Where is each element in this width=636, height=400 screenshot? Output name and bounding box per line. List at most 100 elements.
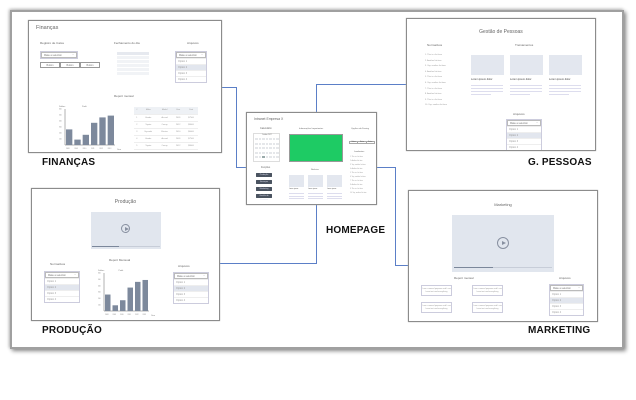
design-options: Button Button Button [349, 141, 375, 144]
calendar-day[interactable] [255, 156, 258, 159]
calendar-day[interactable] [269, 147, 272, 150]
button[interactable]: Button [80, 62, 100, 68]
calendar-day[interactable] [258, 142, 262, 145]
y-tick-label: 400 [59, 121, 62, 123]
calendar-day[interactable] [255, 138, 258, 141]
calendar-day[interactable] [265, 142, 269, 145]
video-progress[interactable] [92, 245, 160, 247]
text-line [549, 94, 569, 95]
dropdown-option[interactable]: Option 4 [550, 309, 583, 315]
design-option-button[interactable]: Button [367, 142, 374, 143]
homepage-wireframe: Intranet Empresa X Calendário October 20… [246, 112, 377, 205]
text-line [308, 198, 323, 199]
report-chart: Dollars Profit Year 2008 2009 2010 2011 2012 201… [59, 105, 121, 151]
calendar-day[interactable] [265, 156, 269, 159]
calendar-day[interactable] [272, 142, 276, 145]
bar [127, 287, 133, 311]
table-row: 2 Toyota Camry 2012 $8000 [134, 121, 198, 129]
x-tick-label: 2010 [83, 148, 87, 150]
panel-title: Gestão de Pessoas [479, 29, 523, 35]
calendar-day[interactable] [262, 156, 265, 159]
design-option-button[interactable]: Button [350, 142, 359, 143]
section-title: Arquivos [513, 112, 525, 116]
calendar-day[interactable] [255, 142, 258, 145]
design-option-button[interactable]: Button [358, 142, 367, 143]
calendar-day[interactable] [269, 142, 272, 145]
select-head[interactable]: Make a selection [41, 52, 77, 58]
calendar-day[interactable] [258, 156, 262, 159]
select-head[interactable]: Make a selection [176, 52, 206, 58]
arquivos-dropdown[interactable]: Make a selectionOption 1Option 2Option 3… [175, 51, 207, 83]
calendar-day[interactable] [262, 147, 265, 150]
dropdown-option[interactable]: Option 4 [45, 296, 79, 302]
play-icon[interactable] [497, 237, 509, 249]
video-progress[interactable] [454, 266, 552, 268]
function-button[interactable]: Finanças [256, 180, 272, 184]
bar [82, 134, 89, 145]
calendar-day[interactable] [258, 138, 262, 141]
video-player[interactable] [91, 212, 161, 249]
arquivos-dropdown[interactable]: Make a selectionOption 1Option 2Option 3… [173, 272, 209, 304]
y-tick-label: 200 [98, 298, 101, 300]
calendar-day[interactable] [255, 147, 258, 150]
list-item: 9. This is a list item [425, 98, 442, 101]
select-head[interactable]: Make a selection [45, 272, 79, 278]
video-player[interactable] [452, 215, 554, 272]
select-head[interactable]: Make a selection [174, 273, 208, 279]
calendar-day[interactable] [262, 142, 265, 145]
calendar-day[interactable] [269, 151, 272, 154]
report-popover: I am a normal popover and I can have tex… [472, 285, 503, 296]
calendar-day[interactable] [272, 147, 276, 150]
dropdown-option[interactable]: Option 4 [176, 76, 206, 82]
table-row: 3 Hyundai Elantra 2010 $6000 [134, 128, 198, 136]
calendar-day[interactable] [272, 138, 276, 141]
list-item: 5. This is a list item [350, 173, 363, 174]
select-head[interactable]: Make a selection [550, 285, 583, 291]
calendar-day[interactable] [258, 151, 262, 154]
section-title: Report Mensual [109, 258, 131, 262]
calendar[interactable]: October 2017 [253, 133, 280, 162]
table-row: # Make Model Year Cost [134, 107, 198, 115]
calendar-day[interactable] [276, 138, 279, 141]
x-axis-label: Year [151, 315, 155, 317]
list-item: 2. Another list item [425, 59, 442, 62]
text-line [289, 193, 304, 194]
calendar-day[interactable] [265, 147, 269, 150]
calendar-day[interactable] [269, 138, 272, 141]
button[interactable]: Button [60, 62, 80, 68]
calendar-day[interactable] [265, 138, 269, 141]
registro-select[interactable]: Make a selection [40, 51, 78, 59]
calendar-grid[interactable] [255, 138, 280, 162]
button[interactable]: Button [40, 62, 60, 68]
calendar-day[interactable] [262, 138, 265, 141]
training-image [510, 55, 543, 75]
arquivos-dropdown[interactable]: Make a selectionOption 1Option 2Option 3… [549, 284, 584, 316]
dropdown-option[interactable]: Option 4 [174, 297, 208, 303]
function-button[interactable]: Produção [256, 173, 272, 177]
calendar-day[interactable] [276, 151, 279, 154]
normativos-dropdown[interactable]: Make a selectionOption 1Option 2Option 3… [44, 271, 80, 303]
calendar-day[interactable] [272, 156, 276, 159]
calendar-day[interactable] [276, 156, 279, 159]
list-item: 4. Another list item [350, 169, 363, 170]
calendar-day[interactable] [258, 147, 262, 150]
calendar-day[interactable] [262, 151, 265, 154]
select-head[interactable]: Make a selection [507, 120, 541, 126]
function-button[interactable]: Marketing [256, 187, 272, 191]
x-tick-label: 2009 [74, 148, 78, 150]
dropdown-option[interactable]: Option 4 [507, 144, 541, 150]
section-title: Arquivos [559, 276, 571, 280]
calendar-day[interactable] [272, 151, 276, 154]
calendar-day[interactable] [255, 151, 258, 154]
news-title: Lorem ipsum [289, 189, 299, 190]
calendar-day[interactable] [276, 142, 279, 145]
chart-title: Profit [119, 269, 124, 272]
calendar-day[interactable] [269, 156, 272, 159]
calendar-day[interactable] [265, 151, 269, 154]
calendar-day[interactable] [276, 147, 279, 150]
play-icon[interactable] [121, 224, 130, 233]
label-financas: FINANÇAS [42, 157, 96, 168]
arquivos-dropdown[interactable]: Make a selectionOption 1Option 2Option 3… [506, 119, 542, 150]
function-button[interactable]: Gestão de Pessoas [256, 194, 272, 201]
table-cell: Accord [156, 114, 173, 122]
